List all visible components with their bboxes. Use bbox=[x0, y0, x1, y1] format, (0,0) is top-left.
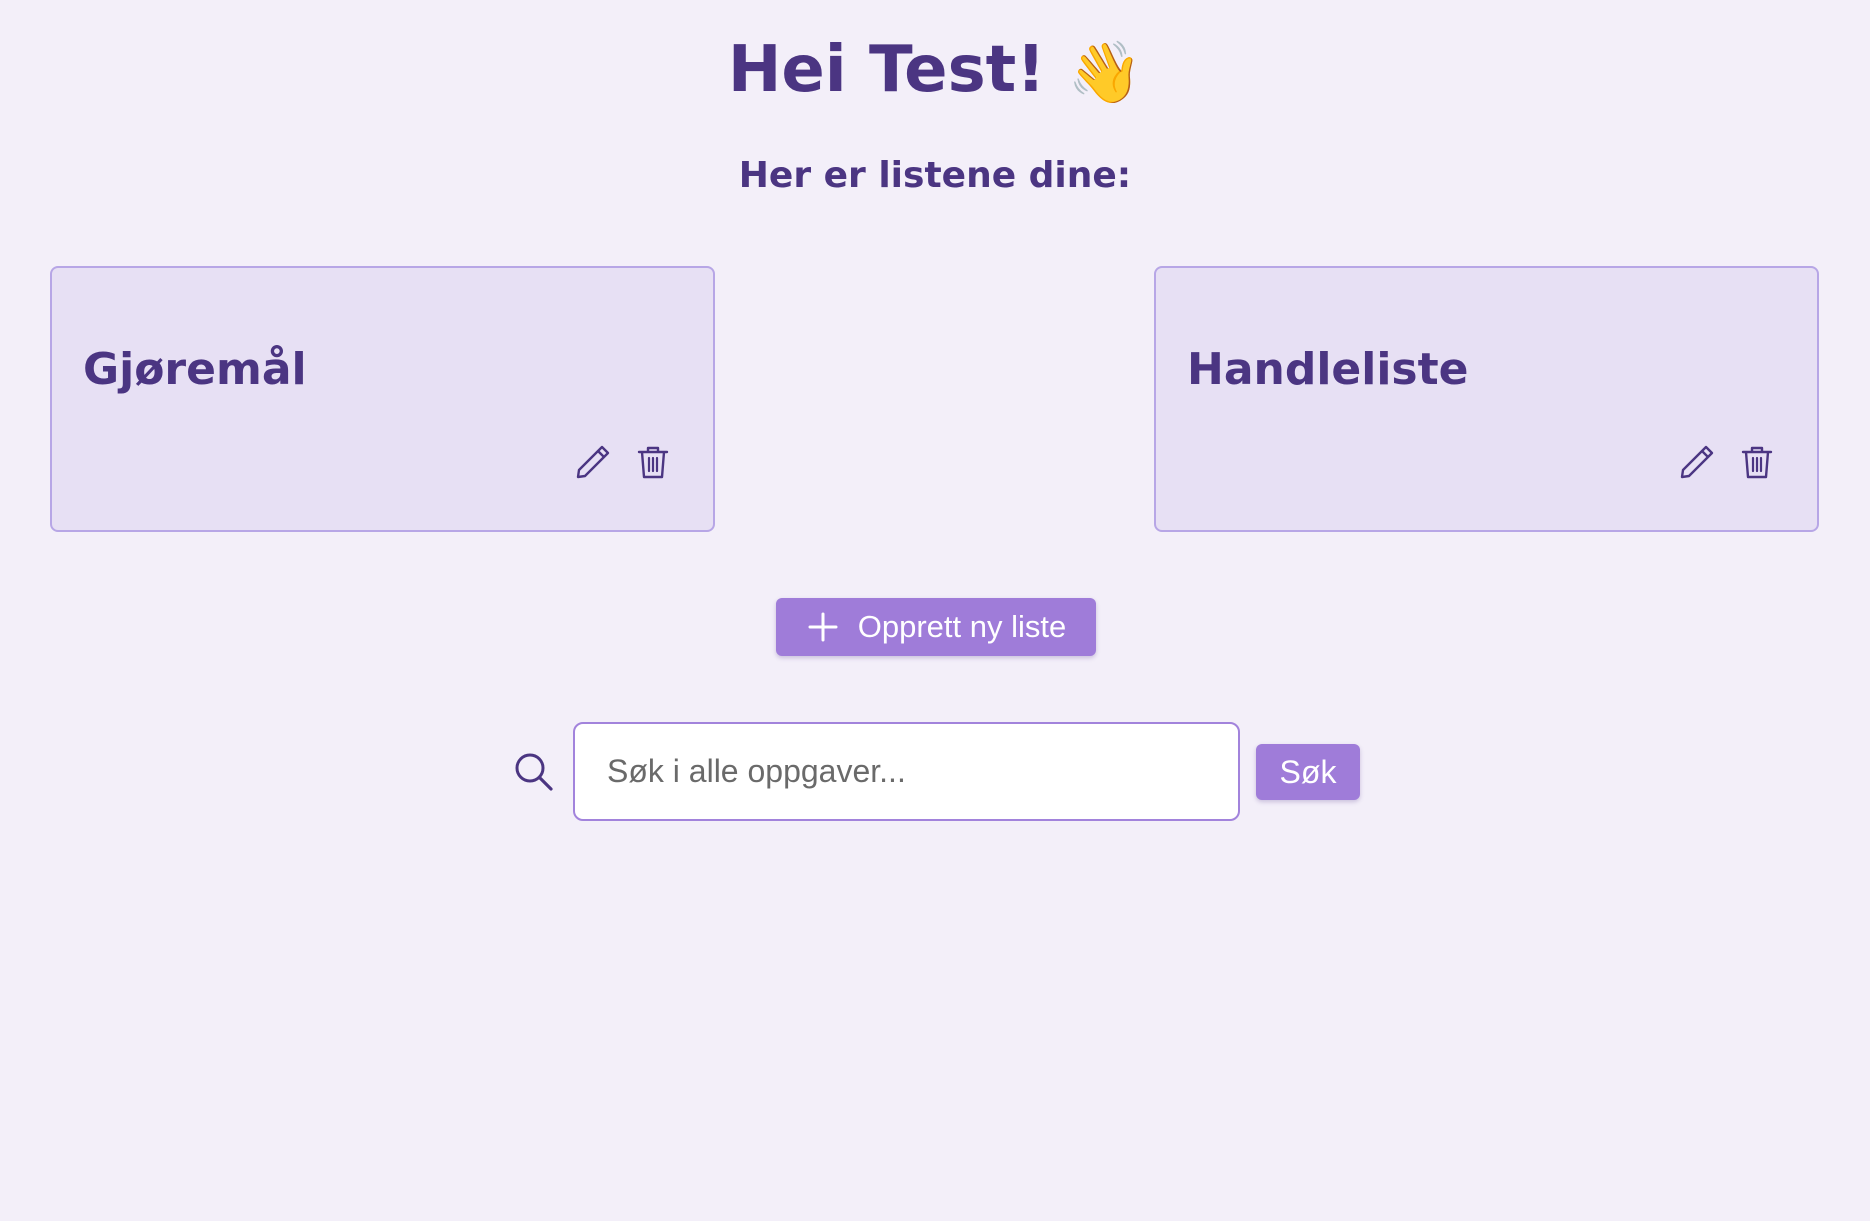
list-card-actions bbox=[573, 442, 673, 482]
list-card[interactable]: Gjøremål bbox=[50, 266, 715, 532]
list-card-title[interactable]: Handleliste bbox=[1187, 342, 1469, 398]
trash-icon[interactable] bbox=[633, 442, 673, 482]
search-icon bbox=[514, 752, 554, 792]
plus-icon bbox=[806, 610, 840, 644]
page-title: Hei Test! 👋 bbox=[0, 30, 1870, 113]
pencil-icon[interactable] bbox=[573, 442, 613, 482]
greeting-text: Hei Test! bbox=[727, 33, 1046, 107]
create-list-label: Opprett ny liste bbox=[857, 609, 1067, 644]
search-button[interactable]: Søk bbox=[1256, 744, 1360, 800]
waving-hand-emoji: 👋 bbox=[1067, 38, 1143, 109]
list-card[interactable]: Handleliste bbox=[1154, 266, 1819, 532]
list-card-title[interactable]: Gjøremål bbox=[83, 342, 307, 398]
lists-subtitle: Her er listene dine: bbox=[738, 155, 1132, 196]
search-input[interactable] bbox=[573, 722, 1240, 821]
create-list-button[interactable]: Opprett ny liste bbox=[776, 598, 1096, 656]
list-card-actions bbox=[1677, 442, 1777, 482]
pencil-icon[interactable] bbox=[1677, 442, 1717, 482]
trash-icon[interactable] bbox=[1737, 442, 1777, 482]
